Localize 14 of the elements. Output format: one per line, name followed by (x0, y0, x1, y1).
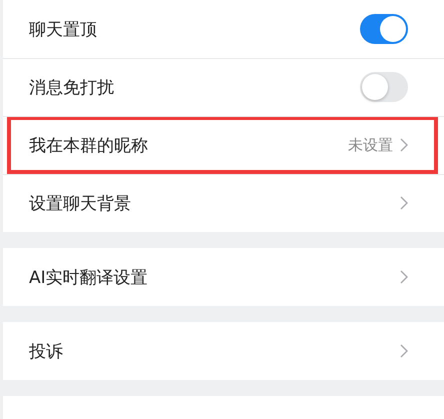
row-label: 我在本群的昵称 (29, 134, 148, 156)
row-label: 消息免打扰 (29, 76, 114, 98)
row-label: 投诉 (29, 340, 63, 362)
row-value: 未设置 (348, 136, 393, 154)
chevron-icon (400, 196, 408, 210)
row-label: 聊天置顶 (29, 18, 97, 40)
row-label: 设置聊天背景 (29, 192, 131, 214)
row-label: AI实时翻译设置 (29, 266, 148, 288)
settings-row[interactable]: 聊天置顶 (7, 0, 438, 58)
chevron-icon (400, 270, 408, 284)
chevron-icon (400, 138, 408, 152)
chevron-icon (400, 344, 408, 358)
toggle-switch[interactable] (360, 14, 408, 44)
toggle-switch[interactable] (360, 72, 408, 102)
